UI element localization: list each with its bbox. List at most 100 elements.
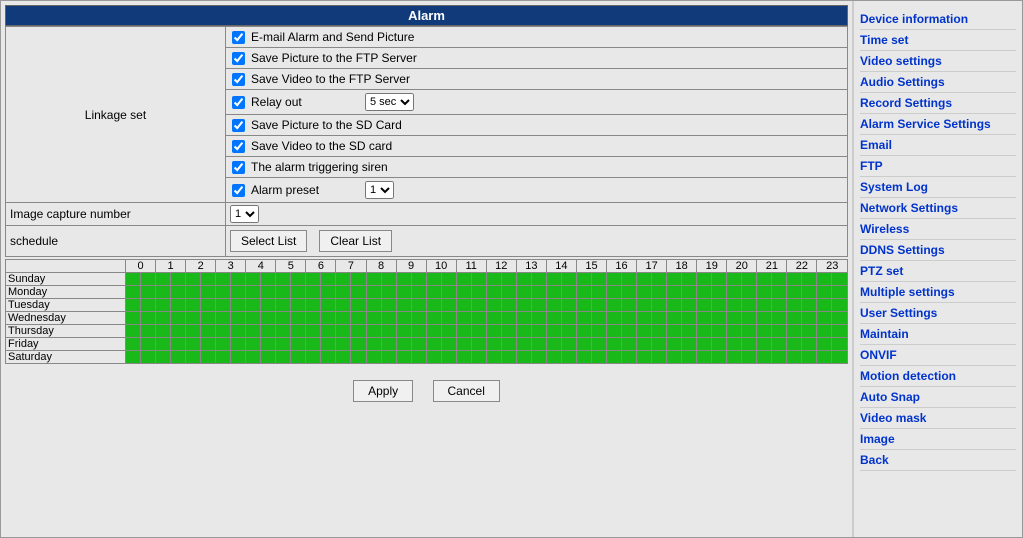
schedule-cell[interactable]: [351, 325, 366, 338]
schedule-cell[interactable]: [216, 312, 231, 325]
schedule-cell[interactable]: [652, 325, 667, 338]
schedule-cell[interactable]: [591, 286, 606, 299]
schedule-cell[interactable]: [246, 299, 261, 312]
schedule-cell[interactable]: [501, 312, 516, 325]
schedule-cell[interactable]: [396, 338, 411, 351]
schedule-cell[interactable]: [366, 351, 381, 364]
checkbox-ftp-picture[interactable]: [232, 52, 245, 65]
schedule-cell[interactable]: [366, 286, 381, 299]
schedule-cell[interactable]: [516, 351, 531, 364]
schedule-cell[interactable]: [757, 351, 772, 364]
checkbox-relay-out[interactable]: [232, 96, 245, 109]
sidebar-item-alarm-service-settings[interactable]: Alarm Service Settings: [860, 114, 1016, 135]
schedule-cell[interactable]: [396, 312, 411, 325]
schedule-cell[interactable]: [772, 312, 787, 325]
schedule-cell[interactable]: [141, 286, 156, 299]
schedule-cell[interactable]: [561, 325, 576, 338]
schedule-cell[interactable]: [276, 325, 291, 338]
schedule-cell[interactable]: [426, 325, 441, 338]
select-alarm-preset[interactable]: 1: [365, 181, 394, 199]
schedule-cell[interactable]: [546, 299, 561, 312]
schedule-cell[interactable]: [802, 351, 817, 364]
schedule-cell[interactable]: [802, 286, 817, 299]
schedule-cell[interactable]: [426, 273, 441, 286]
schedule-cell[interactable]: [186, 312, 201, 325]
schedule-cell[interactable]: [336, 286, 351, 299]
schedule-cell[interactable]: [682, 325, 697, 338]
schedule-cell[interactable]: [682, 286, 697, 299]
schedule-cell[interactable]: [411, 325, 426, 338]
schedule-grid[interactable]: 01234567891011121314151617181920212223Su…: [5, 259, 848, 364]
sidebar-item-time-set[interactable]: Time set: [860, 30, 1016, 51]
schedule-cell[interactable]: [832, 325, 848, 338]
schedule-cell[interactable]: [622, 325, 637, 338]
sidebar-item-video-mask[interactable]: Video mask: [860, 408, 1016, 429]
schedule-cell[interactable]: [156, 286, 171, 299]
schedule-cell[interactable]: [486, 351, 501, 364]
schedule-cell[interactable]: [201, 338, 216, 351]
schedule-cell[interactable]: [561, 286, 576, 299]
schedule-cell[interactable]: [531, 312, 546, 325]
schedule-cell[interactable]: [546, 312, 561, 325]
schedule-cell[interactable]: [426, 286, 441, 299]
schedule-cell[interactable]: [171, 286, 186, 299]
schedule-cell[interactable]: [471, 312, 486, 325]
schedule-cell[interactable]: [291, 325, 306, 338]
schedule-cell[interactable]: [126, 286, 141, 299]
schedule-cell[interactable]: [156, 273, 171, 286]
schedule-cell[interactable]: [171, 299, 186, 312]
schedule-cell[interactable]: [216, 299, 231, 312]
schedule-cell[interactable]: [441, 299, 456, 312]
sidebar-item-system-log[interactable]: System Log: [860, 177, 1016, 198]
schedule-cell[interactable]: [276, 312, 291, 325]
schedule-cell[interactable]: [201, 312, 216, 325]
schedule-cell[interactable]: [697, 299, 712, 312]
schedule-cell[interactable]: [456, 273, 471, 286]
schedule-cell[interactable]: [501, 299, 516, 312]
schedule-cell[interactable]: [682, 351, 697, 364]
schedule-cell[interactable]: [216, 351, 231, 364]
schedule-cell[interactable]: [682, 273, 697, 286]
cancel-button[interactable]: Cancel: [433, 380, 500, 402]
schedule-cell[interactable]: [652, 351, 667, 364]
schedule-cell[interactable]: [667, 286, 682, 299]
schedule-cell[interactable]: [757, 286, 772, 299]
schedule-cell[interactable]: [486, 338, 501, 351]
schedule-cell[interactable]: [171, 338, 186, 351]
schedule-cell[interactable]: [366, 338, 381, 351]
schedule-cell[interactable]: [802, 312, 817, 325]
schedule-cell[interactable]: [576, 325, 591, 338]
apply-button[interactable]: Apply: [353, 380, 413, 402]
schedule-cell[interactable]: [772, 338, 787, 351]
schedule-cell[interactable]: [712, 338, 727, 351]
schedule-cell[interactable]: [486, 312, 501, 325]
schedule-cell[interactable]: [246, 312, 261, 325]
schedule-cell[interactable]: [411, 286, 426, 299]
schedule-cell[interactable]: [757, 325, 772, 338]
select-relay-sec[interactable]: 5 sec: [365, 93, 414, 111]
sidebar-item-auto-snap[interactable]: Auto Snap: [860, 387, 1016, 408]
schedule-cell[interactable]: [381, 351, 396, 364]
schedule-cell[interactable]: [607, 312, 622, 325]
schedule-cell[interactable]: [261, 299, 276, 312]
schedule-cell[interactable]: [501, 351, 516, 364]
schedule-cell[interactable]: [712, 286, 727, 299]
schedule-cell[interactable]: [757, 312, 772, 325]
schedule-cell[interactable]: [261, 338, 276, 351]
schedule-cell[interactable]: [832, 286, 848, 299]
schedule-cell[interactable]: [787, 338, 802, 351]
schedule-cell[interactable]: [291, 273, 306, 286]
schedule-cell[interactable]: [126, 338, 141, 351]
schedule-cell[interactable]: [591, 299, 606, 312]
select-list-button[interactable]: Select List: [230, 230, 307, 252]
schedule-cell[interactable]: [351, 351, 366, 364]
schedule-cell[interactable]: [531, 338, 546, 351]
schedule-cell[interactable]: [441, 338, 456, 351]
sidebar-item-device-information[interactable]: Device information: [860, 9, 1016, 30]
schedule-cell[interactable]: [141, 273, 156, 286]
schedule-cell[interactable]: [426, 312, 441, 325]
schedule-cell[interactable]: [291, 286, 306, 299]
schedule-cell[interactable]: [231, 312, 246, 325]
schedule-cell[interactable]: [772, 273, 787, 286]
schedule-cell[interactable]: [622, 273, 637, 286]
